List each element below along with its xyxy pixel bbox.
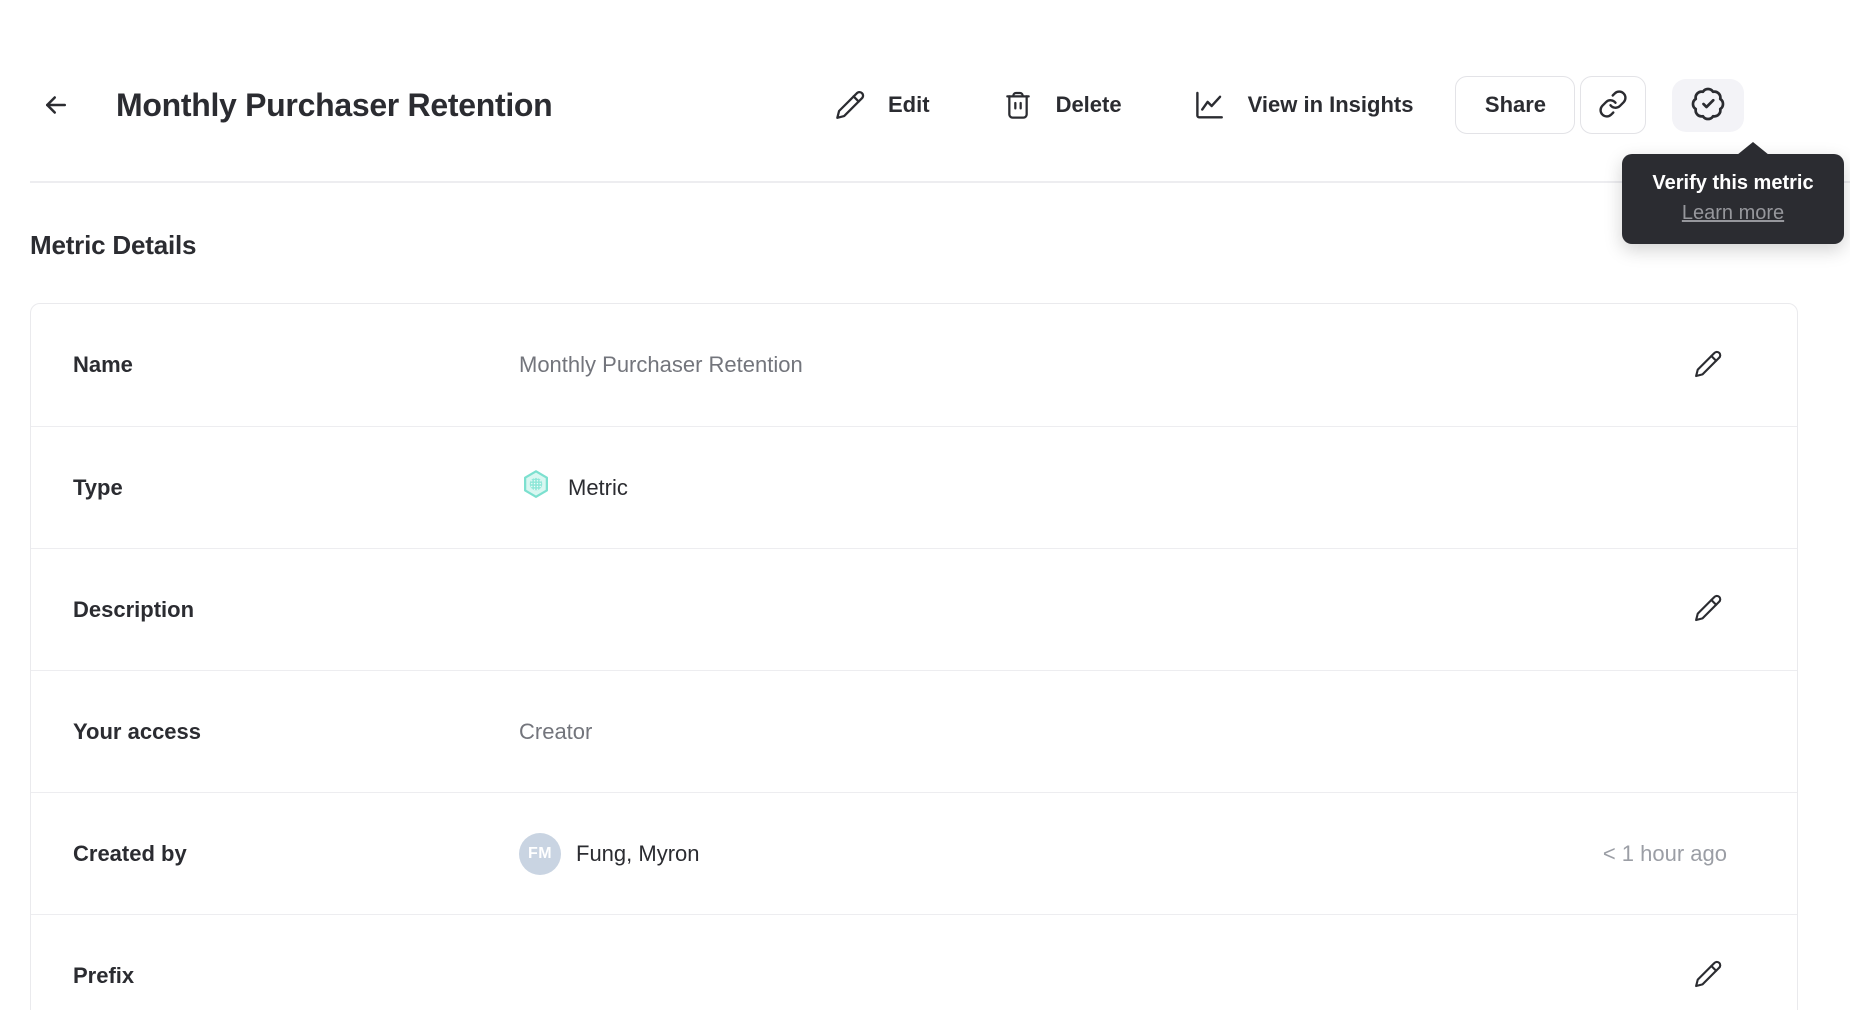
page-title: Monthly Purchaser Retention — [116, 87, 553, 123]
edit-description-button[interactable] — [1689, 591, 1727, 629]
back-button[interactable] — [36, 86, 76, 126]
pencil-icon — [1693, 959, 1723, 992]
row-label: Description — [73, 596, 195, 622]
detail-row-name: Name Monthly Purchaser Retention — [31, 304, 1797, 426]
copy-link-button[interactable] — [1580, 76, 1647, 134]
delete-button-label: Delete — [1055, 92, 1122, 117]
delete-button[interactable]: Delete — [1002, 89, 1122, 121]
metric-detail-page: Monthly Purchaser Retention Edit Delete … — [0, 0, 1850, 1010]
metric-details-card: Name Monthly Purchaser Retention Type Me… — [30, 303, 1798, 1010]
edit-button-label: Edit — [888, 92, 930, 117]
row-value: FM Fung, Myron — [519, 832, 1603, 875]
row-label: Prefix — [73, 962, 135, 988]
view-in-insights-button[interactable]: View in Insights — [1192, 88, 1414, 122]
share-button[interactable]: Share — [1455, 76, 1576, 134]
detail-row-description: Description — [31, 548, 1797, 670]
header-divider — [30, 181, 1850, 183]
verify-tooltip-title: Verify this metric — [1652, 172, 1814, 194]
section-title: Metric Details — [30, 230, 197, 260]
verify-metric-button[interactable] — [1672, 78, 1745, 132]
verified-badge-icon — [1690, 86, 1726, 125]
creator-name: Fung, Myron — [576, 840, 700, 866]
arrow-left-icon — [41, 90, 71, 123]
edit-prefix-button[interactable] — [1689, 957, 1727, 995]
pencil-icon — [834, 89, 866, 121]
avatar: FM — [519, 832, 561, 875]
row-label: Type — [73, 474, 123, 500]
created-timestamp: < 1 hour ago — [1602, 840, 1727, 866]
row-value: Monthly Purchaser Retention — [519, 352, 803, 377]
pencil-icon — [1693, 349, 1723, 382]
row-value: Metric — [519, 468, 1727, 508]
header-actions: Edit Delete View in Insights Share — [834, 74, 1745, 136]
detail-row-created-by: Created by FM Fung, Myron < 1 hour ago — [31, 792, 1797, 914]
row-label: Created by — [73, 840, 187, 866]
detail-row-prefix: Prefix — [31, 914, 1797, 1010]
edit-name-button[interactable] — [1689, 346, 1727, 384]
line-chart-icon — [1192, 88, 1226, 122]
view-in-insights-label: View in Insights — [1247, 92, 1414, 117]
row-value: Creator — [519, 718, 593, 744]
detail-row-type: Type Metric — [31, 426, 1797, 548]
trash-icon — [1002, 89, 1034, 121]
row-label: Name — [73, 352, 133, 377]
verify-tooltip: Verify this metric Learn more — [1622, 142, 1844, 244]
edit-button[interactable]: Edit — [834, 89, 930, 121]
pencil-icon — [1693, 593, 1723, 626]
learn-more-link[interactable]: Learn more — [1682, 202, 1784, 224]
row-label: Your access — [73, 718, 202, 744]
metric-hexagon-icon — [519, 468, 553, 508]
detail-row-your-access: Your access Creator — [31, 670, 1797, 792]
header: Monthly Purchaser Retention Edit Delete … — [0, 0, 1850, 183]
chain-link-icon — [1598, 89, 1628, 122]
type-value-label: Metric — [568, 474, 628, 500]
